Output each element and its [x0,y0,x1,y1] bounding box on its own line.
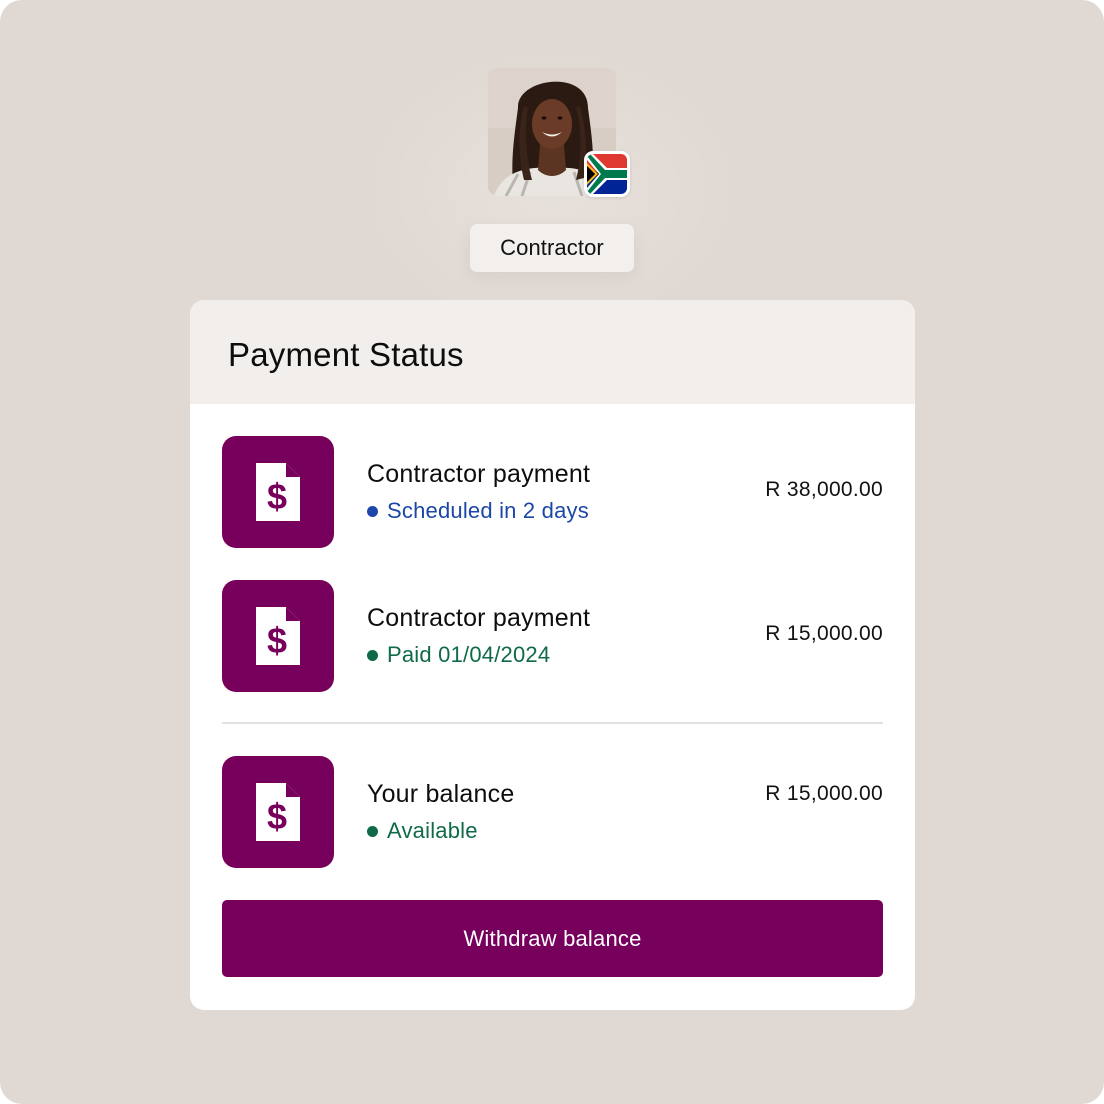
status-dot [367,649,378,661]
role-badge: Contractor [470,224,634,272]
payment-item-amount: R 15,000.00 [765,622,883,645]
balance-item: $ Your balance Available R 15,000.00 [222,756,883,868]
invoice-dollar-icon: $ [222,580,334,692]
balance-status-text: Available [387,818,478,843]
card-header: Payment Status [190,300,915,404]
payment-item-amount: R 38,000.00 [765,478,883,501]
invoice-dollar-icon: $ [222,436,334,548]
withdraw-balance-button[interactable]: Withdraw balance [222,900,883,977]
status-dot [367,505,378,517]
divider [222,722,883,724]
payment-item-status-text: Paid 01/04/2024 [387,642,551,667]
svg-text:$: $ [267,796,287,837]
payment-item-status: Paid 01/04/2024 [367,642,550,668]
south-africa-flag-icon [584,151,630,197]
payment-item-title: Contractor payment [367,460,591,488]
invoice-dollar-icon: $ [222,756,334,868]
status-dot [367,825,378,837]
balance-title: Your balance [367,780,515,808]
balance-amount: R 15,000.00 [765,782,883,805]
payment-item[interactable]: $ Contractor payment Paid 01/04/2024 R 1… [222,580,883,692]
payment-item-title: Contractor payment [367,604,591,632]
card-title: Payment Status [228,336,464,373]
svg-text:$: $ [267,620,287,661]
balance-status: Available [367,818,478,844]
payment-item-status-text: Scheduled in 2 days [387,498,589,523]
svg-text:$: $ [267,476,287,517]
payment-item-status: Scheduled in 2 days [367,498,589,524]
payment-item[interactable]: $ Contractor payment Scheduled in 2 days… [222,436,883,548]
payment-status-card: Payment Status $ Contractor payment Sche… [190,300,915,1010]
canvas: Contractor Payment Status $ Contractor p… [0,0,1104,1104]
